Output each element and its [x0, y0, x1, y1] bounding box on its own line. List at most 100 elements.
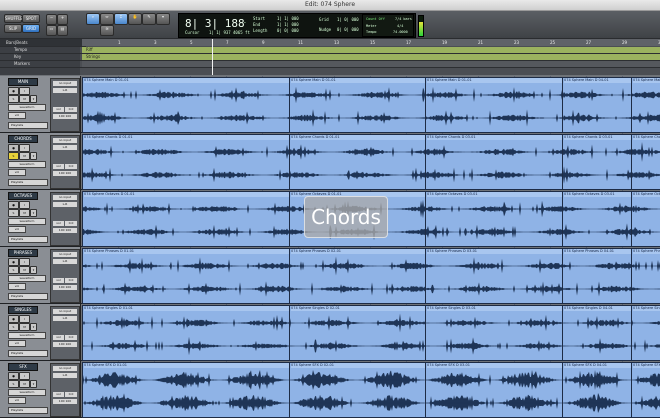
- mode-shuffle-button[interactable]: SHUFFLE: [4, 14, 23, 23]
- audio-clip[interactable]: 074 Sphere Singles D 03-01: [425, 305, 563, 361]
- input-monitor-button[interactable]: I: [19, 144, 30, 152]
- audio-clip[interactable]: 074 Sphere Chords D 04-01: [631, 134, 660, 190]
- mute-button[interactable]: M: [19, 266, 30, 274]
- audio-clip[interactable]: 074 Sphere Chords D 03-01: [425, 134, 563, 190]
- playlist-selector[interactable]: Playlists: [8, 179, 48, 186]
- audio-clip[interactable]: 074 Sphere SFX D 01-01: [82, 362, 290, 418]
- automation-mode[interactable]: vol: [8, 112, 26, 119]
- audio-clip[interactable]: 074 Sphere Singles D 01-01: [82, 305, 290, 361]
- playlist-icon[interactable]: ▾: [30, 152, 37, 160]
- input-selector[interactable]: no input: [53, 81, 77, 86]
- playlist-icon[interactable]: ▾: [30, 380, 37, 388]
- playlist-icon[interactable]: ▾: [30, 209, 37, 217]
- audio-clip[interactable]: 074 Sphere Phrases D 05-01: [631, 248, 660, 304]
- audio-clip[interactable]: 074 Sphere Phrases D 04-01: [562, 248, 632, 304]
- output-selector[interactable]: L-R: [53, 202, 77, 207]
- volume-value[interactable]: 0.0: [65, 335, 77, 340]
- ruler-label-key[interactable]: Key: [0, 54, 94, 61]
- pan-value[interactable]: 100 100: [53, 342, 77, 347]
- count-off-label[interactable]: Count Off: [366, 17, 385, 21]
- track-view-selector[interactable]: waveform: [8, 389, 46, 396]
- audio-clip[interactable]: 074 Sphere Octaves D 01-01: [82, 191, 290, 247]
- playlist-selector[interactable]: Playlists: [8, 293, 48, 300]
- track-name[interactable]: CHORDS: [8, 135, 38, 143]
- solo-button[interactable]: S: [8, 209, 19, 217]
- record-arm-button[interactable]: ●: [8, 372, 19, 380]
- automation-mode[interactable]: vol: [8, 340, 26, 347]
- audio-clip[interactable]: 074 Sphere Main D 01-01: [289, 77, 426, 133]
- zoom-fit-icon[interactable]: ▤: [57, 25, 68, 36]
- track-name[interactable]: SINGLES: [8, 306, 38, 314]
- solo-button[interactable]: S: [8, 95, 19, 103]
- solo-button[interactable]: S: [8, 323, 19, 331]
- mode-slip-button[interactable]: SLIP: [4, 24, 22, 33]
- automation-mode[interactable]: vol: [8, 226, 26, 233]
- grid-value[interactable]: 1| 0| 000: [337, 17, 359, 22]
- automation-mode[interactable]: vol: [8, 169, 26, 176]
- scrubber-tool-icon[interactable]: ≋: [100, 25, 114, 36]
- ruler-label-tempo[interactable]: Tempo: [0, 47, 94, 54]
- ruler-label-bars[interactable]: Bars|Beats: [0, 39, 86, 47]
- pan-value[interactable]: 100 100: [53, 114, 77, 119]
- zoom-out-icon[interactable]: −: [46, 14, 57, 25]
- audio-clip[interactable]: 074 Sphere Chords D 01-01: [289, 134, 426, 190]
- input-selector[interactable]: no input: [53, 138, 77, 143]
- audio-clip[interactable]: 074 Sphere Phrases D 03-01: [425, 248, 563, 304]
- audio-clip[interactable]: 074 Sphere Main D 04-01: [631, 77, 660, 133]
- tempo-value[interactable]: 74.0000: [393, 30, 408, 34]
- output-selector[interactable]: L-R: [53, 373, 77, 378]
- mute-button[interactable]: M: [19, 323, 30, 331]
- track-view-selector[interactable]: waveform: [8, 161, 46, 168]
- input-selector[interactable]: no input: [53, 366, 77, 371]
- audio-clip[interactable]: 074 Sphere SFX D 05-01: [631, 362, 660, 418]
- pencil-tool-icon[interactable]: ✎: [142, 13, 156, 25]
- audio-clip[interactable]: 074 Sphere Octaves D 03-01: [425, 191, 563, 247]
- track-view-selector[interactable]: waveform: [8, 218, 46, 225]
- record-arm-button[interactable]: ●: [8, 258, 19, 266]
- audio-clip[interactable]: 074 Sphere SFX D 04-01: [562, 362, 632, 418]
- bars-beats-ruler[interactable]: 135791113151719212325272931: [82, 39, 660, 46]
- marker-riff[interactable]: Riff: [86, 47, 93, 53]
- audio-clip[interactable]: 074 Sphere Octaves D 03-01: [562, 191, 632, 247]
- input-monitor-button[interactable]: I: [19, 87, 30, 95]
- playlist-selector[interactable]: Playlists: [8, 122, 48, 129]
- length-value[interactable]: 0| 0| 000: [277, 28, 299, 33]
- input-selector[interactable]: no input: [53, 309, 77, 314]
- track-name[interactable]: MAIN: [8, 78, 38, 86]
- audio-clip[interactable]: 074 Sphere Singles D 04-01: [562, 305, 632, 361]
- key-lane[interactable]: Strings: [82, 54, 660, 61]
- ruler-area[interactable]: 135791113151719212325272931 Riff Strings: [82, 39, 660, 75]
- track-playlist-area[interactable]: 074 Sphere Main D 01-01 074 Sphere Main D…: [82, 76, 660, 133]
- mode-grid-button[interactable]: GRID: [22, 24, 40, 33]
- input-selector[interactable]: no input: [53, 195, 77, 200]
- ruler-label-markers[interactable]: Markers: [0, 61, 94, 68]
- playlist-icon[interactable]: ▾: [30, 323, 37, 331]
- grabber-tool-icon[interactable]: ✋: [128, 13, 142, 25]
- track-view-selector[interactable]: waveform: [8, 332, 46, 339]
- solo-button[interactable]: S: [8, 380, 19, 388]
- zoom-preset-icon[interactable]: ▭: [46, 25, 57, 36]
- nudge-value[interactable]: 0| 0| 000: [337, 27, 359, 32]
- output-selector[interactable]: L-R: [53, 145, 77, 150]
- audio-clip[interactable]: 074 Sphere Chords D 03-01: [562, 134, 632, 190]
- input-monitor-button[interactable]: I: [19, 315, 30, 323]
- smart-tool-icon[interactable]: ▾: [156, 13, 170, 25]
- track-playlist-area[interactable]: 074 Sphere Phrases D 01-01 074 Sphere Phr…: [82, 247, 660, 304]
- tempo-lane[interactable]: Riff: [82, 47, 660, 54]
- track-playlist-area[interactable]: 074 Sphere Singles D 01-01 074 Sphere Sin…: [82, 304, 660, 361]
- audio-clip[interactable]: 074 Sphere Main D 01-01: [425, 77, 563, 133]
- audio-clip[interactable]: 074 Sphere Chords D 01-01: [82, 134, 290, 190]
- mode-spot-button[interactable]: SPOT: [22, 14, 40, 23]
- playlist-selector[interactable]: Playlists: [8, 236, 48, 243]
- track-playlist-area[interactable]: 074 Sphere Chords D 01-01 074 Sphere Chor…: [82, 133, 660, 190]
- volume-value[interactable]: 0.0: [65, 278, 77, 283]
- track-name[interactable]: PHRASES: [8, 249, 38, 257]
- zoom-in-icon[interactable]: +: [57, 14, 68, 25]
- mute-button[interactable]: M: [19, 209, 30, 217]
- audio-clip[interactable]: 074 Sphere Main D 01-01: [82, 77, 290, 133]
- output-selector[interactable]: L-R: [53, 259, 77, 264]
- input-monitor-button[interactable]: I: [19, 201, 30, 209]
- playlist-icon[interactable]: ▾: [30, 95, 37, 103]
- pan-value[interactable]: 100 100: [53, 399, 77, 404]
- input-monitor-button[interactable]: I: [19, 372, 30, 380]
